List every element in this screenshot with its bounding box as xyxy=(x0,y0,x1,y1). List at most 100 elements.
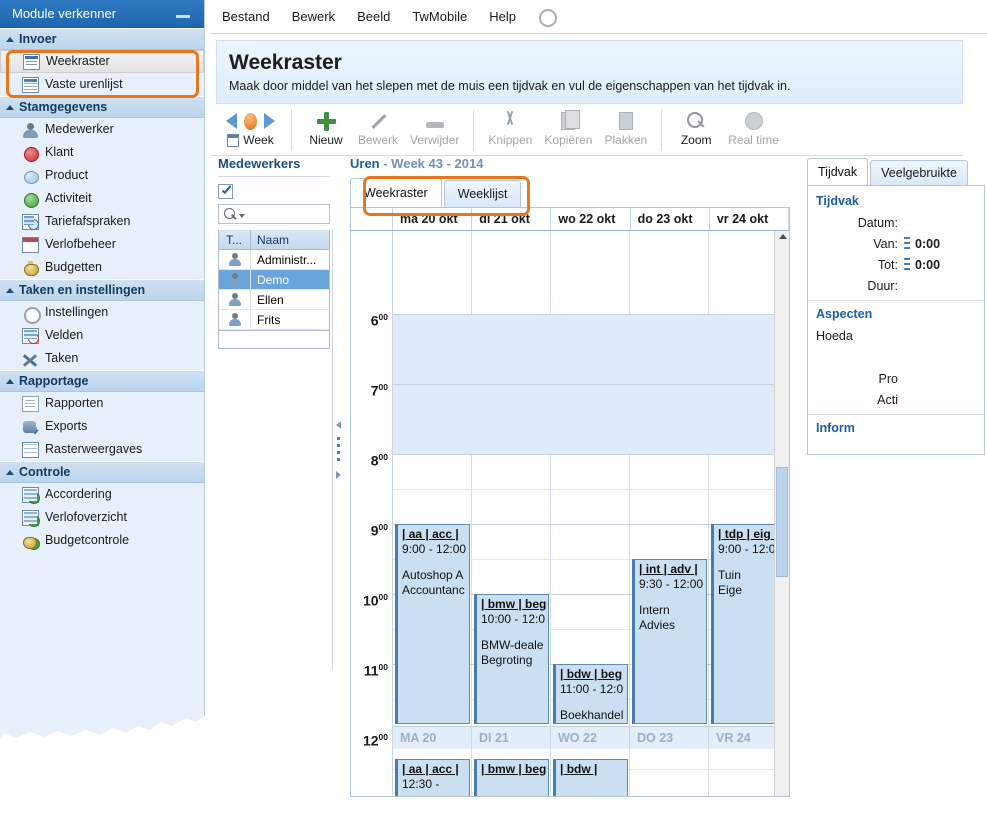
gear-icon[interactable] xyxy=(538,8,557,27)
week-nav-arrows xyxy=(226,109,275,133)
new-button[interactable]: Nieuw xyxy=(300,109,352,147)
next-week-icon[interactable] xyxy=(264,113,275,129)
scroll-up-icon[interactable] xyxy=(779,234,787,239)
sidebar-item-weekraster[interactable]: Weekraster xyxy=(0,50,204,73)
event-title: | aa | acc | xyxy=(402,762,459,776)
tab-tijdvak[interactable]: Tijdvak xyxy=(807,158,869,185)
page-subtitle: Maak door middel van het slepen met de m… xyxy=(229,79,791,93)
group-header-stamgegevens[interactable]: Stamgegevens xyxy=(0,96,204,118)
group-header-invoer[interactable]: Invoer xyxy=(0,28,204,50)
magnifier-icon xyxy=(676,109,716,133)
column-header-type[interactable]: T... xyxy=(219,230,251,249)
employees-select-all-checkbox[interactable] xyxy=(218,184,233,199)
splitter-grip-icon[interactable] xyxy=(337,437,340,463)
copy-button-label: Kopiëren xyxy=(544,133,593,147)
employees-search-input[interactable] xyxy=(218,204,330,224)
calendar-event[interactable]: | aa | acc | 9:00 - 12:00 Autoshop A Acc… xyxy=(395,524,470,724)
menu-item-help[interactable]: Help xyxy=(489,9,516,24)
sidebar-item-verlofoverzicht[interactable]: Verlofoverzicht xyxy=(0,506,204,529)
calendar-event[interactable]: | bdw | beg 11:00 - 12:0 Boekhandel xyxy=(553,664,628,724)
group-header-controle[interactable]: Controle xyxy=(0,461,204,483)
page-title: Weekraster xyxy=(229,51,342,74)
collapse-right-icon[interactable] xyxy=(336,471,341,479)
calendar-event[interactable]: | bmw | beg 10:00 - 12:0 BMW-deale Begro… xyxy=(474,594,549,724)
table-row[interactable]: Demo xyxy=(219,270,329,290)
event-title: | bdw | xyxy=(560,762,598,776)
day-header-wo[interactable]: wo 22 okt xyxy=(551,208,631,230)
chevron-down-icon[interactable] xyxy=(239,214,245,218)
event-time: 9:00 - 12:00 xyxy=(402,542,467,556)
realtime-button-label: Real time xyxy=(728,133,779,147)
calendar-event[interactable]: | int | adv | 9:30 - 12:00 Intern Advies xyxy=(632,559,707,724)
sidebar-item-activiteit[interactable]: Activiteit xyxy=(0,187,204,210)
field-tot-value[interactable]: 0:00 xyxy=(915,258,940,272)
menu-item-bestand[interactable]: Bestand xyxy=(222,9,270,24)
grid-vertical-scrollbar[interactable] xyxy=(774,231,789,796)
day-header-di[interactable]: di 21 okt xyxy=(472,208,552,230)
table-row[interactable]: Administr... xyxy=(219,250,329,270)
tab-veelgebruikte[interactable]: Veelgebruikte xyxy=(870,160,968,185)
copy-button[interactable]: Kopiëren xyxy=(538,109,598,147)
zoom-button[interactable]: Zoom xyxy=(670,109,722,147)
sidebar-item-label: Product xyxy=(45,168,89,183)
menu-item-bewerk[interactable]: Bewerk xyxy=(292,9,335,24)
day-header-do[interactable]: do 23 okt xyxy=(631,208,710,230)
sidebar-item-product[interactable]: Product xyxy=(0,164,204,187)
sidebar-item-budgetten[interactable]: Budgetten xyxy=(0,256,204,279)
sidebar-item-taken[interactable]: Taken xyxy=(0,347,204,370)
tab-weekraster[interactable]: Weekraster xyxy=(350,178,442,207)
blue-sphere-icon xyxy=(22,168,39,184)
sidebar-item-accordering[interactable]: Accordering xyxy=(0,483,204,506)
collapse-left-icon[interactable] xyxy=(336,421,341,429)
red-sphere-icon xyxy=(22,145,39,162)
sidebar-item-instellingen[interactable]: Instellingen xyxy=(0,301,204,324)
sidebar-item-vaste-urenlijst[interactable]: Vaste urenlijst xyxy=(0,73,204,96)
cut-button[interactable]: Knippen xyxy=(482,109,538,147)
scrollbar-thumb[interactable] xyxy=(776,467,788,577)
table-row[interactable]: Frits xyxy=(219,310,329,330)
table-row[interactable]: Ellen xyxy=(219,290,329,310)
sidebar-item-medewerker[interactable]: Medewerker xyxy=(0,118,204,141)
sidebar-item-velden[interactable]: Velden xyxy=(0,324,204,347)
employees-panel: Medewerkers T... Naam Administr... Demo … xyxy=(218,156,330,349)
today-icon[interactable] xyxy=(244,112,257,130)
calendar-event[interactable]: | aa | acc | 12:30 - Aut A xyxy=(395,759,470,796)
sidebar-item-rasterweergaves[interactable]: Rasterweergaves xyxy=(0,438,204,461)
sidebar-item-klant[interactable]: Klant xyxy=(0,141,204,164)
week-nav-label-row[interactable]: Week xyxy=(227,133,274,147)
hour-label-9: 900 xyxy=(370,522,388,539)
calendar-event[interactable]: | bdw | xyxy=(553,759,628,796)
panel-splitter[interactable] xyxy=(332,230,344,670)
group-header-taken-en-instellingen[interactable]: Taken en instellingen xyxy=(0,279,204,301)
calendar-event[interactable]: | bmw | beg xyxy=(474,759,549,796)
event-title: | bmw | beg xyxy=(481,762,547,776)
menu-item-beeld[interactable]: Beeld xyxy=(357,9,390,24)
sidebar-item-rapporten[interactable]: Rapporten xyxy=(0,392,204,415)
sidebar-item-exports[interactable]: Exports xyxy=(0,415,204,438)
sidebar-item-label: Rasterweergaves xyxy=(45,442,143,457)
sidebar-item-budgetcontrole[interactable]: Budgetcontrole xyxy=(0,529,204,552)
edit-button[interactable]: Bewerk xyxy=(352,109,404,147)
day-header-vr[interactable]: vr 24 okt xyxy=(710,208,789,230)
group-header-rapportage[interactable]: Rapportage xyxy=(0,370,204,392)
event-line1: Tuin xyxy=(718,568,741,582)
previous-week-icon[interactable] xyxy=(226,113,237,129)
field-van-value[interactable]: 0:00 xyxy=(915,237,940,251)
column-header-naam[interactable]: Naam xyxy=(251,230,329,249)
paste-button[interactable]: Plakken xyxy=(598,109,653,147)
field-product-label: Pro xyxy=(878,371,898,386)
sidebar-item-verlofbeheer[interactable]: Verlofbeheer xyxy=(0,233,204,256)
employee-name: Demo xyxy=(257,272,290,287)
explorer-title-bar: Module verkenner xyxy=(0,0,204,28)
tab-weeklijst[interactable]: Weeklijst xyxy=(443,180,522,207)
day-header-ma[interactable]: ma 20 okt xyxy=(393,208,473,230)
module-explorer: Module verkenner Invoer Weekraster Vaste… xyxy=(0,0,205,738)
sidebar-item-tariefafspraken[interactable]: Tariefafspraken xyxy=(0,210,204,233)
delete-button[interactable]: Verwijder xyxy=(404,109,465,147)
realtime-button[interactable]: Real time xyxy=(722,109,785,147)
approve-clipboard-icon xyxy=(22,486,40,504)
menu-item-twmobile[interactable]: TwMobile xyxy=(412,9,467,24)
event-title: | int | adv | xyxy=(639,562,698,576)
minimize-icon[interactable] xyxy=(176,15,190,18)
half-hour-line xyxy=(393,419,789,420)
